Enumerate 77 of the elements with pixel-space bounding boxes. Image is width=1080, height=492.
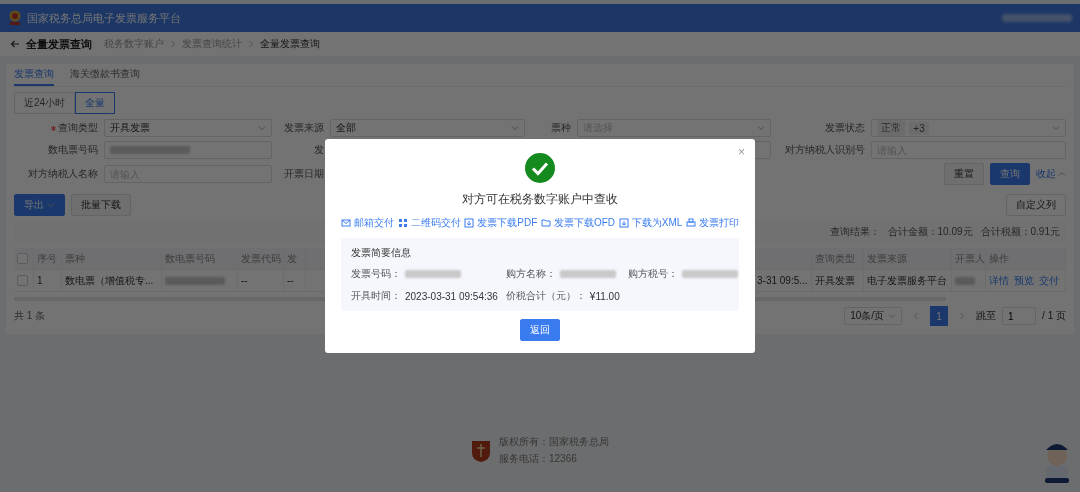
field-label: 开票日期 (284, 167, 324, 181)
select-field[interactable]: 全部 (330, 119, 525, 137)
field-label: 数电票号码 (48, 143, 98, 157)
chevron-down-icon (47, 201, 55, 209)
action-link[interactable]: 交付 (1039, 273, 1059, 288)
page-total: / 1 页 (1042, 309, 1066, 323)
action-link[interactable]: 预览 (1014, 273, 1034, 288)
redacted-value (955, 276, 975, 285)
back-button[interactable]: 返回 (520, 319, 560, 341)
page-number[interactable]: 1 (930, 306, 949, 326)
folder-icon (540, 218, 551, 228)
page-title: 全量发票查询 (26, 36, 92, 52)
tag: +3 (909, 121, 929, 135)
field-label: 对方纳税人名称 (28, 167, 98, 181)
action-link[interactable]: 二维码交付 (397, 216, 461, 230)
select-field[interactable]: 开具发票 (104, 119, 272, 137)
redacted-user (1002, 14, 1072, 22)
action-link[interactable]: 下载为XML (618, 216, 683, 230)
emblem-icon (8, 10, 22, 26)
redacted-value (405, 270, 461, 278)
back-arrow-icon[interactable] (10, 39, 20, 49)
printer-icon (685, 218, 696, 228)
action-link[interactable]: 发票下载PDF (464, 216, 538, 230)
download-icon (618, 218, 629, 228)
app-title: 国家税务总局电子发票服务平台 (27, 10, 181, 26)
reset-button[interactable]: 重置 (944, 163, 984, 185)
redacted-value (559, 270, 616, 278)
info-label: 购方税号： (627, 267, 678, 281)
action-link[interactable]: 发票打印 (685, 216, 739, 230)
info-label: 价税合计（元）： (505, 289, 586, 303)
input-field[interactable] (104, 141, 272, 159)
collapse-link[interactable]: 收起 (1036, 167, 1066, 181)
field-label: 发 (314, 143, 324, 157)
shield-logo-icon (471, 438, 491, 463)
field-label: 发票来源 (284, 121, 324, 135)
field-label: 发票状态 (825, 121, 866, 135)
redacted-value (165, 276, 225, 285)
range-toggle[interactable]: 全量 (75, 92, 116, 114)
info-value: 2023-03-31 09:54:36 (405, 290, 498, 302)
success-check-icon (525, 153, 555, 183)
field-label: 查询类型 (58, 121, 98, 135)
summary-text: 查询结果： (829, 225, 880, 239)
table-cell: -- (284, 270, 306, 292)
table-cell: 数电票（增值税专... (62, 270, 162, 292)
field-label: 票种 (550, 121, 571, 135)
action-link[interactable]: 详情 (989, 273, 1009, 288)
page-jump-field[interactable]: 1 (1002, 307, 1037, 325)
download-icon (464, 218, 475, 228)
batch-download-button[interactable]: 批量下载 (71, 194, 131, 216)
custom-columns-button[interactable]: 自定义列 (1006, 194, 1066, 216)
info-title: 发票简要信息 (351, 246, 412, 260)
dialog-title: 对方可在税务数字账户中查收 (462, 191, 618, 208)
info-label: 发票号码： (351, 267, 401, 281)
summary-text: 合计金额：10.09元 (887, 225, 973, 239)
envelope-icon (341, 218, 351, 228)
field-label: 对方纳税人识别号 (785, 143, 866, 157)
page-size-select[interactable]: 10条/页 (844, 307, 903, 325)
action-link[interactable]: 发票下载OFD (540, 216, 616, 230)
info-value: ¥11.00 (589, 290, 620, 302)
info-label: 开具时间： (351, 289, 401, 303)
qr-code-icon (397, 218, 408, 228)
table-cell: 开具发票 (812, 270, 864, 292)
total-count: 共 1 条 (14, 309, 46, 323)
table-cell: 1 (34, 270, 62, 292)
range-toggle[interactable]: 近24小时 (14, 92, 76, 114)
redacted-value (681, 270, 738, 278)
table-cell: -- (238, 270, 284, 292)
action-link[interactable]: 邮箱交付 (341, 216, 394, 230)
info-label: 购方名称： (505, 267, 556, 281)
close-button[interactable]: × (738, 145, 745, 159)
table-cell: 电子发票服务平台 (864, 270, 952, 292)
search-button[interactable]: 查询 (990, 163, 1030, 185)
tab[interactable]: 发票查询 (14, 64, 54, 86)
export-button[interactable]: 导出 (14, 194, 65, 216)
summary-text: 合计税额：0.91元 (980, 225, 1060, 239)
breadcrumb-item: 全量发票查询 (260, 37, 320, 51)
jump-label: 跳至 (976, 309, 997, 323)
